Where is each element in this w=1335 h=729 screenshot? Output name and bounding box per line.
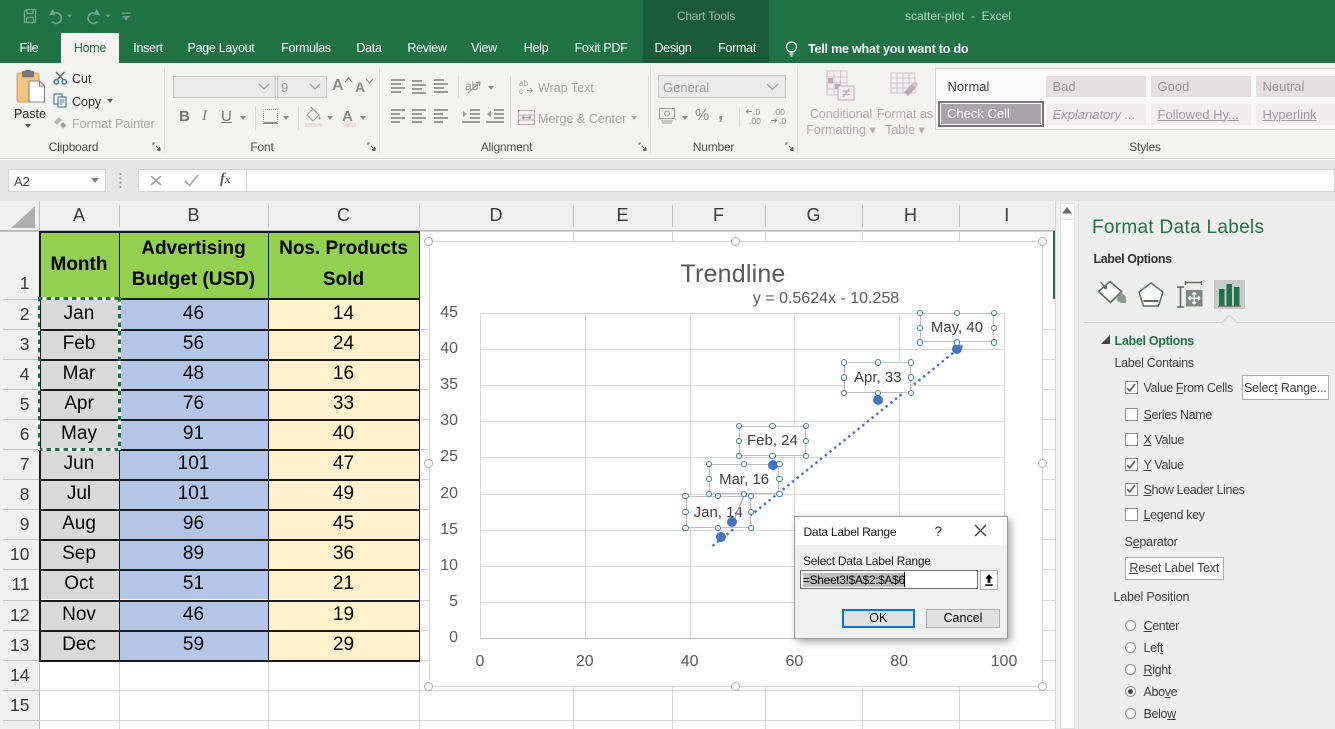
svg-text:c: c	[519, 87, 523, 94]
svg-text:.00: .00	[749, 116, 761, 125]
svg-text:ab: ab	[465, 79, 479, 93]
